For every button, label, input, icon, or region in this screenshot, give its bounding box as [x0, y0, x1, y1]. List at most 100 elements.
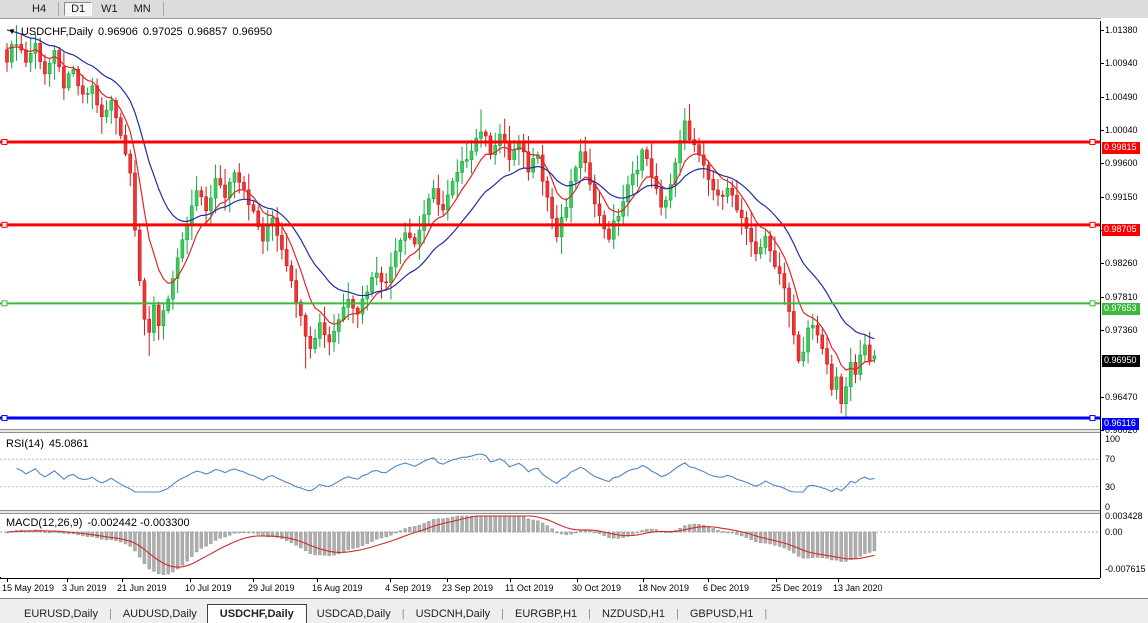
date-tick-mark [510, 579, 511, 582]
date-tick-label: 3 Jun 2019 [62, 583, 107, 593]
chart-tab-gbpusd[interactable]: GBPUSD,H1 [680, 605, 764, 623]
chart-tab-usdcad[interactable]: USDCAD,Daily [307, 605, 401, 623]
rsi-label: RSI(14) 45.0861 [6, 438, 89, 450]
price-tick-mark [1100, 330, 1104, 331]
price-level-tag: 0.99815 [1102, 142, 1140, 154]
date-tick-label: 15 May 2019 [2, 583, 54, 593]
timeframe-button-h4[interactable]: H4 [25, 2, 53, 16]
metatrader-window: H4 D1W1MN ▼ USDCHF,Daily 0.96906 0.97025 … [0, 0, 1148, 623]
ohlc-low: 0.96857 [188, 26, 228, 38]
timeframe-toolbar: H4 D1W1MN [0, 0, 1148, 19]
macd-axis-label: 0.003428 [1105, 511, 1143, 521]
main-price-chart[interactable] [0, 21, 1100, 429]
price-tick-mark [1100, 30, 1104, 31]
price-axis[interactable]: 1.013801.009401.004901.000400.996000.991… [1101, 18, 1148, 598]
date-tick-mark [643, 579, 644, 582]
date-tick-mark [122, 579, 123, 582]
price-tick-mark [1100, 397, 1104, 398]
price-tick-mark [1100, 130, 1104, 131]
ohlc-high: 0.97025 [143, 26, 183, 38]
price-tick-label: 0.97810 [1105, 292, 1138, 302]
chart-title: ▼ USDCHF,Daily 0.96906 0.97025 0.96857 0… [8, 26, 272, 38]
rsi-axis-label: 70 [1105, 454, 1115, 464]
line-handle-left [2, 301, 7, 306]
date-tick-label: 16 Aug 2019 [312, 583, 363, 593]
price-tick-mark [1100, 97, 1104, 98]
price-tick-label: 0.98260 [1105, 258, 1138, 268]
macd-values: -0.002442 -0.003300 [87, 517, 189, 529]
candlestick-series [6, 25, 876, 418]
chart-dropdown-icon[interactable]: ▼ [8, 28, 16, 36]
price-tick-label: 1.00940 [1105, 58, 1138, 68]
date-tick-mark [253, 579, 254, 582]
toolbar-separator [58, 2, 59, 16]
date-tick-label: 4 Sep 2019 [385, 583, 431, 593]
price-tick-label: 1.01380 [1105, 25, 1138, 35]
date-tick-label: 29 Jul 2019 [248, 583, 295, 593]
price-level-tag: 0.96116 [1102, 418, 1139, 430]
price-tick-label: 0.99150 [1105, 192, 1138, 202]
ohlc-close: 0.96950 [232, 26, 272, 38]
tab-separator: | [763, 608, 768, 623]
chart-tab-usdchf[interactable]: USDCHF,Daily [207, 604, 307, 623]
date-tick-mark [838, 579, 839, 582]
date-tick-mark [708, 579, 709, 582]
date-axis[interactable]: 15 May 20193 Jun 201921 Jun 201910 Jul 2… [0, 578, 1100, 599]
date-tick-mark [390, 579, 391, 582]
macd-name: MACD(12,26,9) [6, 517, 82, 529]
rsi-indicator-pane[interactable] [0, 433, 1100, 510]
chart-tab-audusd[interactable]: AUDUSD,Daily [113, 605, 207, 623]
macd-axis-label: -0.007615 [1105, 564, 1146, 574]
line-handle-right [1090, 416, 1095, 421]
slow-ma-line [7, 30, 874, 339]
price-tick-label: 0.96470 [1105, 392, 1138, 402]
line-handle-left [2, 140, 7, 145]
timeframe-button-w1[interactable]: W1 [94, 2, 125, 16]
price-tick-mark [1100, 263, 1104, 264]
price-tick-mark [1100, 197, 1104, 198]
date-tick-mark [317, 579, 318, 582]
price-tick-mark [1100, 297, 1104, 298]
date-tick-mark [577, 579, 578, 582]
timeframe-button-mn[interactable]: MN [127, 2, 158, 16]
date-tick-label: 18 Nov 2019 [638, 583, 689, 593]
price-tick-mark [1100, 163, 1104, 164]
price-tick-label: 0.97360 [1105, 325, 1138, 335]
price-tick-label: 0.99600 [1105, 158, 1138, 168]
date-tick-label: 13 Jan 2020 [833, 583, 883, 593]
price-level-tag: 0.98705 [1102, 224, 1140, 236]
chart-tab-eurgbp[interactable]: EURGBP,H1 [505, 605, 587, 623]
line-handle-right [1090, 301, 1095, 306]
date-tick-mark [7, 579, 8, 582]
price-tick-label: 1.00040 [1105, 125, 1138, 135]
date-tick-label: 11 Oct 2019 [505, 583, 553, 593]
fast-ma-line [7, 47, 874, 370]
macd-axis-label: 0.00 [1105, 527, 1123, 537]
date-tick-label: 25 Dec 2019 [771, 583, 822, 593]
price-level-tag: 0.96950 [1102, 355, 1140, 367]
chart-tab-eurusd[interactable]: EURUSD,Daily [14, 605, 108, 623]
line-handle-right [1090, 222, 1095, 227]
rsi-axis-label: 30 [1105, 482, 1115, 492]
line-handle-right [1090, 140, 1095, 145]
chart-tab-usdcnh[interactable]: USDCNH,Daily [406, 605, 501, 623]
date-tick-label: 30 Oct 2019 [572, 583, 621, 593]
line-handle-left [2, 416, 7, 421]
rsi-axis-label: 100 [1105, 434, 1120, 444]
price-level-tag: 0.97653 [1102, 303, 1140, 315]
rsi-value: 45.0861 [49, 438, 89, 450]
price-tick-mark [1100, 430, 1104, 431]
price-tick-mark [1100, 63, 1104, 64]
chart-tab-bar: EURUSD,Daily|AUDUSD,DailyUSDCHF,DailyUSD… [0, 598, 1148, 623]
date-tick-label: 21 Jun 2019 [117, 583, 167, 593]
date-tick-label: 23 Sep 2019 [442, 583, 493, 593]
macd-label: MACD(12,26,9) -0.002442 -0.003300 [6, 517, 190, 529]
rsi-name: RSI(14) [6, 438, 44, 450]
date-tick-mark [67, 579, 68, 582]
timeframe-button-d1[interactable]: D1 [64, 2, 92, 16]
line-handle-left [2, 222, 7, 227]
date-tick-label: 6 Dec 2019 [703, 583, 749, 593]
date-tick-mark [447, 579, 448, 582]
chart-symbol-label: USDCHF,Daily [21, 26, 93, 38]
chart-tab-nzdusd[interactable]: NZDUSD,H1 [592, 605, 675, 623]
